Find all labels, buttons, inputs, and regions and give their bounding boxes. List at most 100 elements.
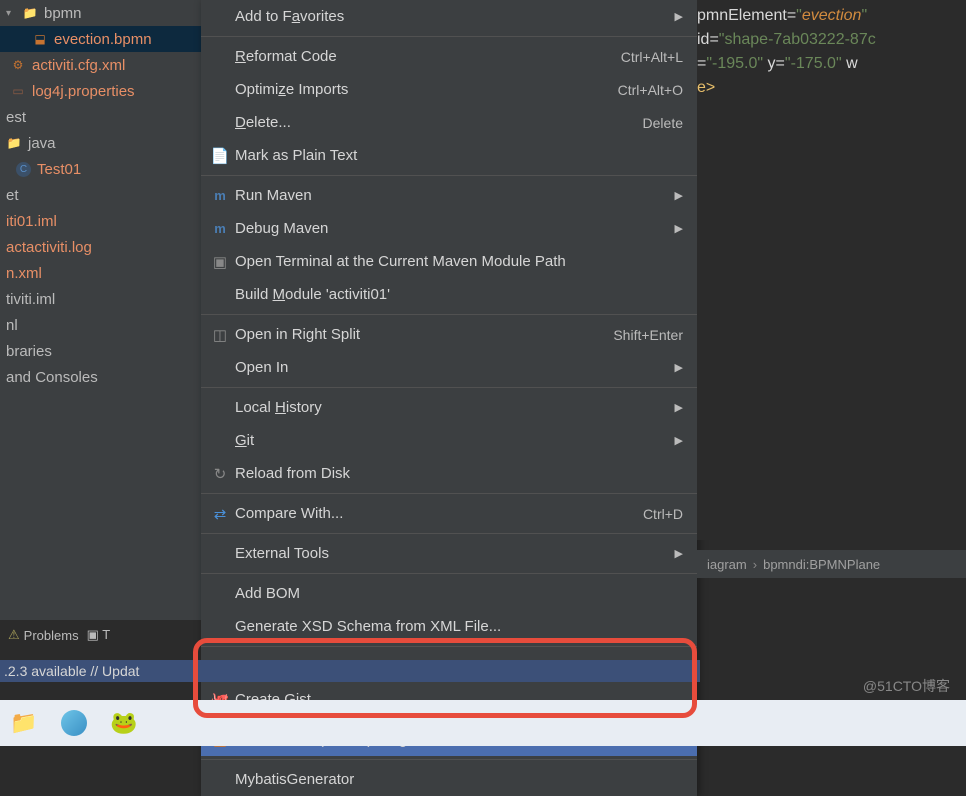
menu-label: Run Maven — [231, 187, 671, 204]
tree-row-test01[interactable]: C Test01 — [0, 156, 201, 182]
bpmn-file-icon: ⬓ — [32, 31, 48, 47]
folder-icon: 📁 — [6, 135, 22, 151]
code-editor[interactable]: pmnElement="evection" id="shape-7ab03222… — [697, 0, 966, 540]
tree-label: evection.bpmn — [54, 31, 152, 48]
menu-label: Mark as Plain Text — [231, 147, 683, 164]
tree-row-activiti[interactable]: ⚙activiti.cfg.xml — [0, 52, 201, 78]
tree-row-java[interactable]: 📁 java — [0, 130, 201, 156]
xml-file-icon: ⚙ — [10, 57, 26, 73]
shortcut: Ctrl+Alt+L — [621, 49, 683, 65]
breadcrumb[interactable]: iagram › bpmndi:BPMNPlane — [697, 550, 966, 578]
text-file-icon: 📄 — [209, 147, 231, 165]
maven-run-icon: m — [209, 188, 231, 203]
submenu-arrow-icon: ▶ — [671, 361, 683, 374]
menu-buildmod[interactable]: Build Module 'activiti01' — [201, 278, 697, 311]
menu-separator — [201, 573, 697, 574]
taskbar-explorer-icon[interactable]: 📁 — [4, 703, 44, 743]
tree-label: log4j.properties — [32, 83, 135, 100]
tree-label: java — [28, 135, 56, 152]
chevron-right-icon: › — [753, 557, 757, 572]
tree-row-nxml[interactable]: n.xml — [0, 260, 201, 286]
menu-optimize[interactable]: Optimize ImportsCtrl+Alt+O — [201, 73, 697, 106]
split-icon: ◫ — [209, 326, 231, 344]
tree-row-evection[interactable]: ⬓ evection.bpmn — [0, 26, 201, 52]
terminal-tool[interactable]: ▣ T — [87, 627, 111, 643]
menu-openin[interactable]: Open In▶ — [201, 351, 697, 384]
tree-row-est[interactable]: est — [0, 104, 201, 130]
submenu-arrow-icon: ▶ — [671, 547, 683, 560]
menu-label: Open Terminal at the Current Maven Modul… — [231, 253, 683, 270]
tree-row-tiviti[interactable]: tiviti.iml — [0, 286, 201, 312]
menu-compare[interactable]: ⇄Compare With...Ctrl+D — [201, 497, 697, 530]
tree-row-nl[interactable]: nl — [0, 312, 201, 338]
tree-label: actactiviti.log — [6, 239, 92, 256]
menu-debugmaven[interactable]: mDebug Maven▶ — [201, 212, 697, 245]
menu-label: Debug Maven — [231, 220, 671, 237]
menu-addbom[interactable]: Add BOM — [201, 577, 697, 610]
tree-label: and Consoles — [6, 369, 98, 386]
compare-icon: ⇄ — [209, 505, 231, 523]
tree-row-actlog[interactable]: actactiviti.log — [0, 234, 201, 260]
menu-label: Open In — [231, 359, 671, 376]
shortcut: Delete — [643, 115, 683, 131]
menu-localhist[interactable]: Local History▶ — [201, 391, 697, 424]
menu-separator — [201, 759, 697, 760]
tool-window-bar: ⚠Problems ▣ T — [0, 620, 201, 650]
tree-row-et[interactable]: et — [0, 182, 201, 208]
menu-separator — [201, 314, 697, 315]
menu-git[interactable]: Git▶ — [201, 424, 697, 457]
menu-separator — [201, 646, 697, 647]
terminal-icon: ▣ — [87, 627, 99, 642]
menu-label: MybatisGenerator — [231, 771, 683, 788]
menu-markplain[interactable]: 📄Mark as Plain Text — [201, 139, 697, 172]
breadcrumb-item[interactable]: iagram — [707, 557, 747, 572]
properties-file-icon: ▭ — [10, 83, 26, 99]
tree-label: tiviti.iml — [6, 291, 55, 308]
taskbar-browser-icon[interactable] — [54, 703, 94, 743]
tree-label: et — [6, 187, 19, 204]
tree-label: est — [6, 109, 26, 126]
submenu-arrow-icon: ▶ — [671, 401, 683, 414]
class-icon: C — [16, 162, 31, 177]
tree-row-consoles[interactable]: and Consoles — [0, 364, 201, 390]
menu-label: Reload from Disk — [231, 465, 683, 482]
menu-rightsplit[interactable]: ◫Open in Right SplitShift+Enter — [201, 318, 697, 351]
menu-delete[interactable]: Delete...Delete — [201, 106, 697, 139]
menu-reformat[interactable]: Reformat CodeCtrl+Alt+L — [201, 40, 697, 73]
tree-label: Test01 — [37, 161, 81, 178]
breadcrumb-item[interactable]: bpmndi:BPMNPlane — [763, 557, 880, 572]
menu-genxsd[interactable]: Generate XSD Schema from XML File... — [201, 610, 697, 643]
project-tree: ▾📁bpmn ⬓evection.bpmn ⚙activiti.cfg.xml … — [0, 0, 201, 620]
menu-add-favorites[interactable]: Add to Favorites▶ — [201, 0, 697, 33]
submenu-arrow-icon: ▶ — [671, 10, 683, 23]
tree-row-bpmn[interactable]: ▾📁bpmn — [0, 0, 201, 26]
menu-separator — [201, 493, 697, 494]
folder-icon: 📁 — [22, 5, 38, 21]
tree-label: n.xml — [6, 265, 42, 282]
menu-openterm[interactable]: ▣Open Terminal at the Current Maven Modu… — [201, 245, 697, 278]
reload-icon: ↻ — [209, 465, 231, 483]
menu-reload[interactable]: ↻Reload from Disk — [201, 457, 697, 490]
maven-debug-icon: m — [209, 221, 231, 236]
tree-row-braries[interactable]: braries — [0, 338, 201, 364]
submenu-arrow-icon: ▶ — [671, 189, 683, 202]
tree-row-log4j[interactable]: ▭ log4j.properties — [0, 78, 201, 104]
submenu-arrow-icon: ▶ — [671, 434, 683, 447]
shortcut: Ctrl+Alt+O — [618, 82, 683, 98]
tree-row-iti01[interactable]: iti01.iml — [0, 208, 201, 234]
tree-label: nl — [6, 317, 18, 334]
shortcut: Ctrl+D — [643, 506, 683, 522]
menu-external[interactable]: External Tools▶ — [201, 537, 697, 570]
status-bar[interactable]: .2.3 available // Updat — [0, 660, 700, 682]
menu-mybatis[interactable]: MybatisGenerator — [201, 763, 697, 796]
menu-label: Open in Right Split — [231, 326, 613, 343]
submenu-arrow-icon: ▶ — [671, 222, 683, 235]
menu-separator — [201, 533, 697, 534]
tree-label: bpmn — [44, 5, 82, 22]
taskbar: 📁 🐸 — [0, 700, 966, 746]
warning-icon: ⚠ — [8, 627, 20, 643]
taskbar-app-icon[interactable]: 🐸 — [104, 703, 144, 743]
problems-tool[interactable]: ⚠Problems — [8, 627, 79, 643]
menu-label: Compare With... — [231, 505, 643, 522]
menu-runmaven[interactable]: mRun Maven▶ — [201, 179, 697, 212]
